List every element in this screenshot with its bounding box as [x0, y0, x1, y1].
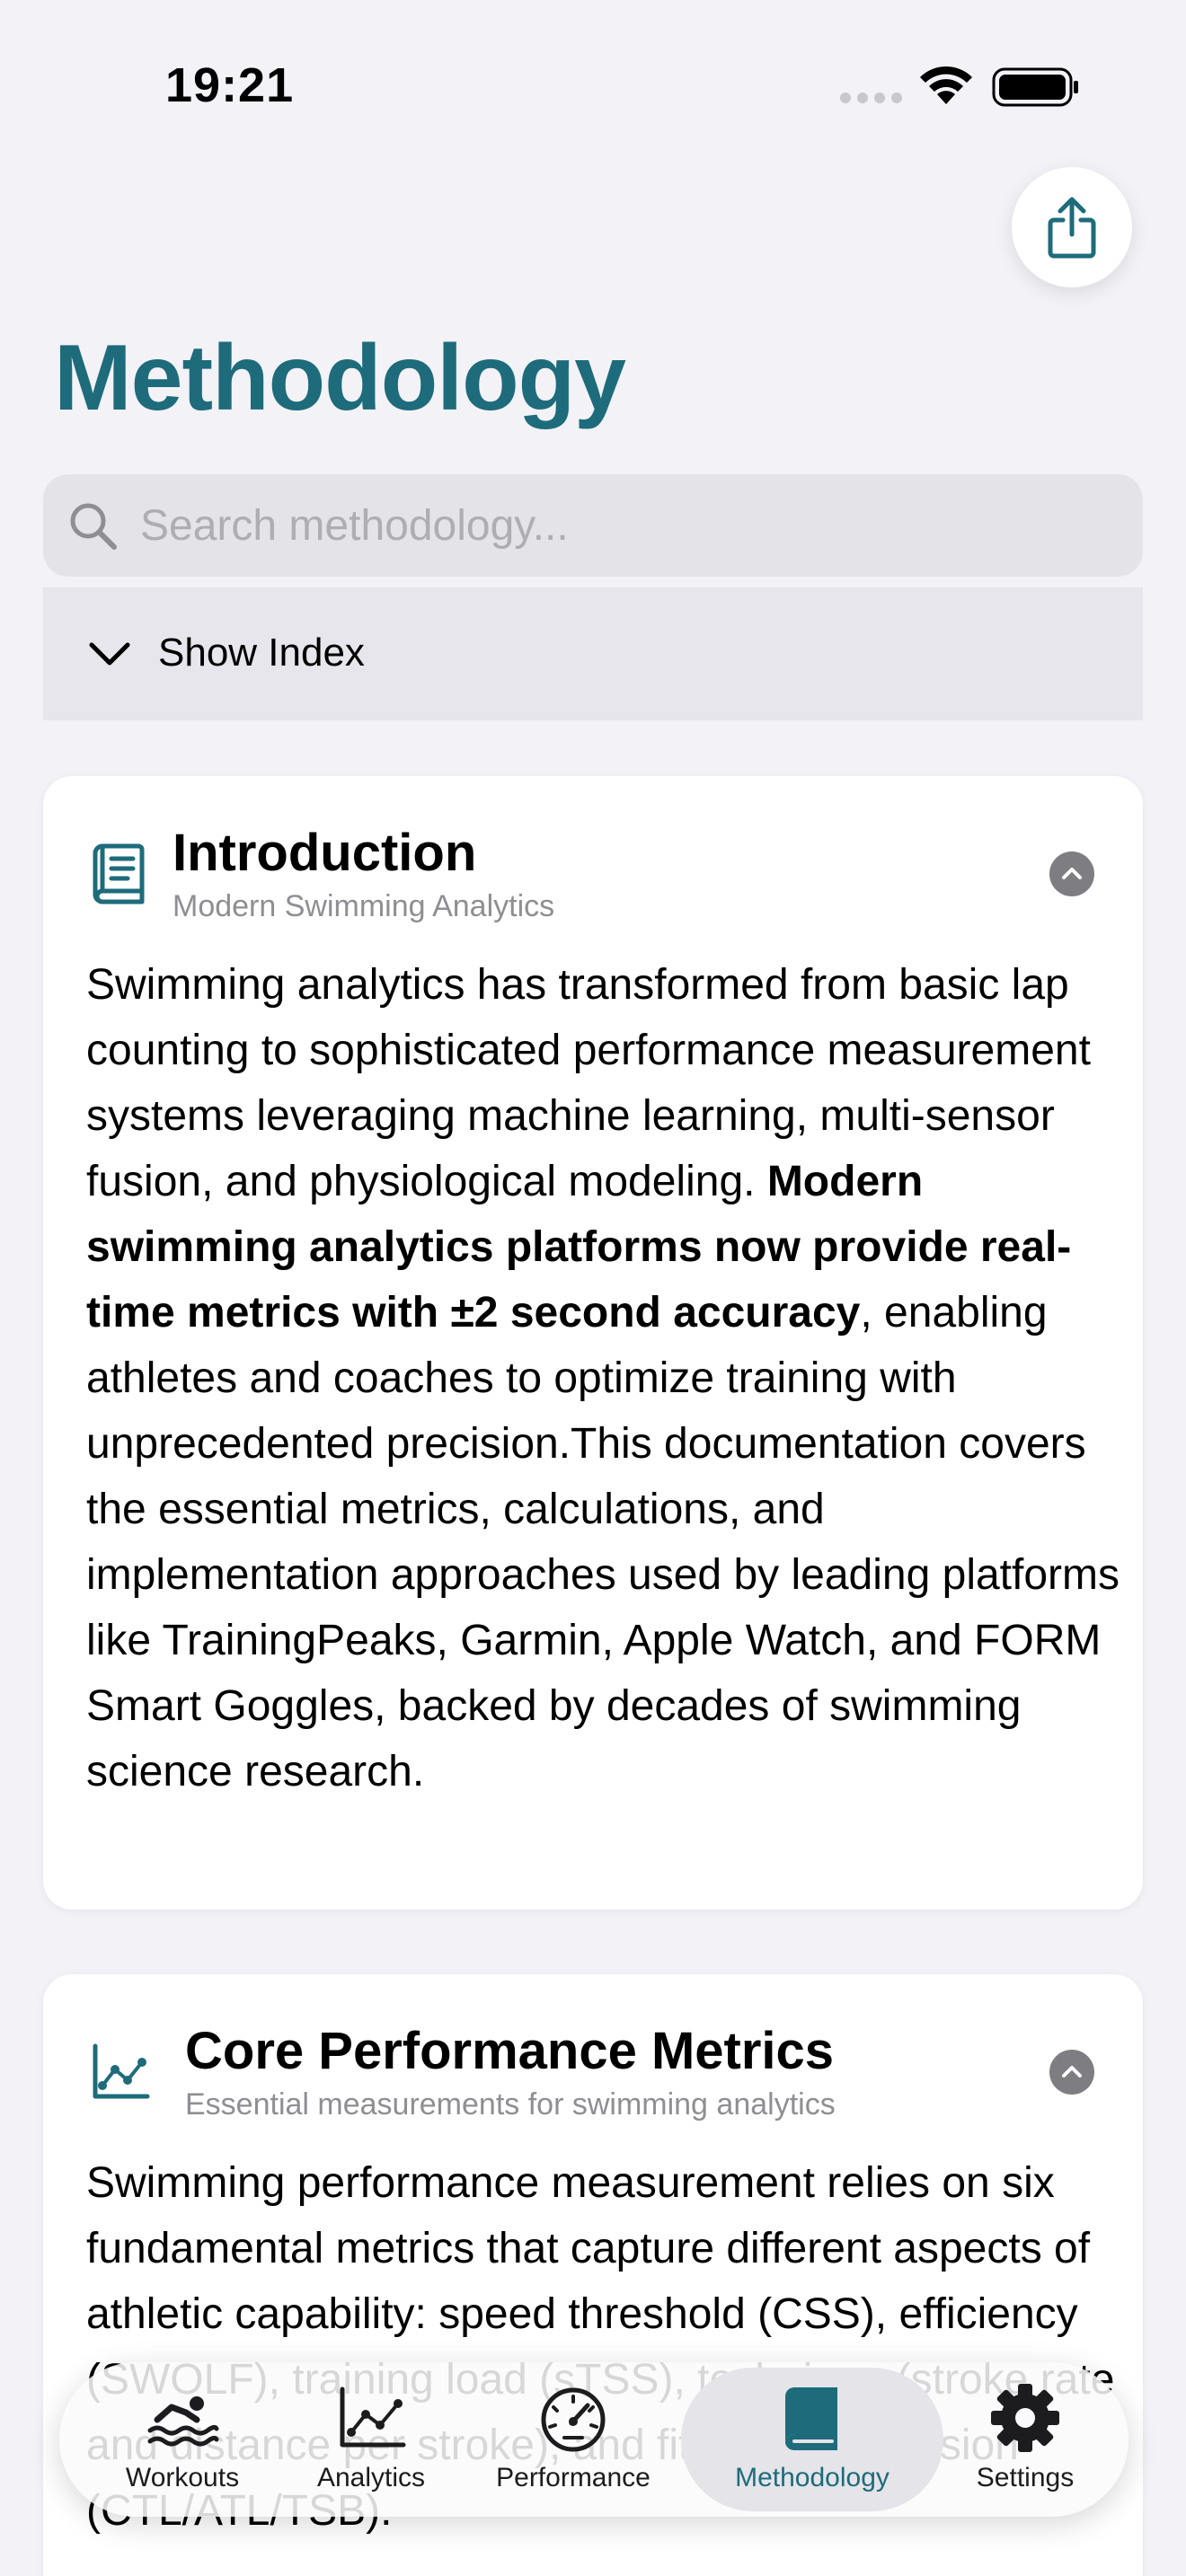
- section-body-text: Swimming analytics has transformed from …: [86, 961, 1091, 1205]
- tab-bar: Workouts Analytics Performance Methodolo…: [59, 2362, 1128, 2517]
- gear-icon: [991, 2384, 1059, 2452]
- chart-icon: [340, 2386, 406, 2448]
- methodology-screen: 19:21 Methodology Search methodology... …: [0, 0, 1186, 2576]
- speedometer-icon: [541, 2387, 606, 2452]
- section-subtitle: Essential measurements for swimming anal…: [185, 2087, 836, 2122]
- page-title: Methodology: [54, 326, 626, 430]
- swimmer-icon: [147, 2396, 219, 2447]
- tab-settings[interactable]: Settings: [951, 2362, 1100, 2517]
- show-index-label: Show Index: [158, 631, 365, 675]
- tab-label: Settings: [976, 2463, 1075, 2492]
- wifi-icon: [920, 66, 972, 104]
- cellular-signal-icon: [840, 93, 902, 103]
- tab-methodology[interactable]: Methodology: [685, 2362, 940, 2517]
- tab-label: Methodology: [735, 2463, 890, 2492]
- collapse-section-button[interactable]: [1049, 851, 1094, 896]
- share-button[interactable]: [1012, 167, 1132, 287]
- search-icon: [70, 503, 117, 550]
- chevron-up-icon: [1062, 868, 1082, 879]
- section-card-introduction: Introduction Modern Swimming Analytics S…: [43, 776, 1143, 1910]
- tab-performance[interactable]: Performance: [476, 2362, 670, 2517]
- tab-analytics[interactable]: Analytics: [288, 2362, 455, 2517]
- battery-icon: [992, 67, 1078, 107]
- section-subtitle: Modern Swimming Analytics: [173, 889, 555, 923]
- collapse-section-button[interactable]: [1049, 2050, 1094, 2095]
- search-input[interactable]: [140, 474, 1120, 577]
- section-title: Core Performance Metrics: [185, 2022, 835, 2080]
- chevron-up-icon: [1062, 2066, 1082, 2078]
- tab-workouts[interactable]: Workouts: [99, 2362, 266, 2517]
- tab-label: Analytics: [316, 2463, 426, 2492]
- section-title: Introduction: [173, 824, 477, 882]
- chevron-down-icon: [89, 642, 130, 666]
- line-chart-icon: [93, 2043, 150, 2099]
- book-icon: [785, 2387, 837, 2451]
- tab-label: Workouts: [125, 2463, 240, 2492]
- section-body-text: , enabling athletes and coaches to optim…: [86, 1289, 1120, 1795]
- book-page-icon: [93, 843, 145, 904]
- tab-label: Performance: [496, 2463, 651, 2492]
- show-index-toggle[interactable]: Show Index: [43, 587, 1143, 720]
- search-bar[interactable]: [43, 474, 1143, 577]
- share-icon: [1048, 197, 1096, 259]
- section-body: Swimming analytics has transformed from …: [86, 952, 1120, 1804]
- status-time: 19:21: [165, 58, 295, 112]
